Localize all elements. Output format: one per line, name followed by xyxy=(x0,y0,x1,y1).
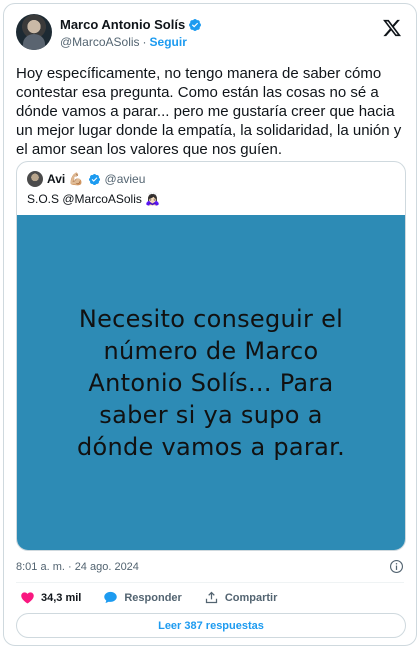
verified-badge-icon xyxy=(189,18,202,31)
share-button[interactable]: Compartir xyxy=(204,590,278,605)
share-upload-icon xyxy=(205,591,217,604)
read-replies-button[interactable]: Leer 387 respuestas xyxy=(16,613,406,638)
quoted-author-avatar xyxy=(27,171,43,187)
tweet-timestamp[interactable]: 8:01 a. m. · 24 ago. 2024 xyxy=(16,561,139,573)
tweet-card: Marco Antonio Solís @MarcoASolis · Segui… xyxy=(3,3,417,646)
action-bar: 34,3 mil Responder Compartir xyxy=(20,590,299,605)
like-count: 34,3 mil xyxy=(41,591,82,604)
author-avatar[interactable] xyxy=(16,14,52,50)
author-handle-row: @MarcoASolis · Seguir xyxy=(60,35,187,49)
heart-icon xyxy=(21,592,34,604)
author-name-row: Marco Antonio Solís xyxy=(60,17,202,32)
info-icon[interactable] xyxy=(389,559,404,574)
author-handle[interactable]: @MarcoASolis xyxy=(60,35,140,49)
separator-dot: · xyxy=(142,35,147,49)
quoted-author-name: Avi 💪🏼 xyxy=(47,172,84,186)
quoted-tweet-header: Avi 💪🏼 @avieu xyxy=(27,171,145,187)
quoted-author-handle: @avieu xyxy=(104,172,146,186)
quoted-tweet-image[interactable]: Necesito conseguir el número de Marco An… xyxy=(17,215,405,550)
follow-button[interactable]: Seguir xyxy=(150,35,187,49)
like-button[interactable]: 34,3 mil xyxy=(20,590,81,605)
quoted-image-text: Necesito conseguir el número de Marco An… xyxy=(76,305,345,461)
reply-bubble-icon xyxy=(104,591,118,604)
tweet-text: Hoy específicamente, no tengo manera de … xyxy=(16,65,402,158)
tweet-header: Marco Antonio Solís @MarcoASolis · Segui… xyxy=(16,14,404,56)
quoted-verified-badge-icon xyxy=(88,173,100,185)
share-label: Compartir xyxy=(224,591,278,604)
quoted-tweet-text: S.O.S @MarcoASolis 🙇🏻‍♀️ xyxy=(27,192,161,206)
author-display-name[interactable]: Marco Antonio Solís xyxy=(60,17,185,32)
reply-button[interactable]: Responder xyxy=(103,590,182,605)
quoted-tweet[interactable]: Avi 💪🏼 @avieu S.O.S @MarcoASolis 🙇🏻‍♀️ N… xyxy=(16,161,406,551)
x-logo-icon[interactable] xyxy=(382,18,402,38)
reply-label: Responder xyxy=(124,591,182,604)
divider xyxy=(16,582,404,583)
